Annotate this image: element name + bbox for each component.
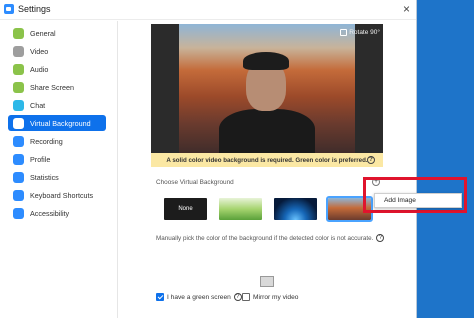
- sidebar-item-label: Profile: [30, 154, 51, 164]
- color-pick-hint: Manually pick the color of the backgroun…: [156, 234, 385, 242]
- sidebar-item-label: General: [30, 28, 56, 38]
- choose-background-label: Choose Virtual Background: [156, 179, 234, 186]
- green-screen-checkbox-row[interactable]: I have a green screen ?: [156, 293, 242, 301]
- sidebar-item-label: Keyboard Shortcuts: [30, 190, 94, 200]
- mirror-video-checkbox[interactable]: [242, 293, 250, 301]
- profile-icon: [13, 153, 24, 165]
- green-screen-checkbox[interactable]: [156, 293, 164, 301]
- settings-sidebar: General Video Audio Share Screen Chat Vi…: [0, 21, 118, 318]
- help-icon[interactable]: ?: [376, 234, 385, 242]
- gear-icon: [13, 27, 24, 39]
- sidebar-item-label: Audio: [30, 64, 49, 74]
- title-bar: Settings ×: [0, 0, 416, 20]
- chat-icon: [13, 99, 24, 111]
- warning-text: A solid color video background is requir…: [166, 156, 368, 164]
- window-title: Settings: [18, 4, 51, 14]
- sidebar-item-accessibility[interactable]: Accessibility: [8, 205, 106, 221]
- background-thumbnail-earth[interactable]: [274, 198, 317, 220]
- sidebar-item-label: Chat: [30, 100, 46, 110]
- person-icon: [13, 117, 24, 129]
- keyboard-icon: [13, 189, 24, 201]
- sidebar-item-recording[interactable]: Recording: [8, 133, 106, 149]
- person-hat: [243, 52, 289, 70]
- sidebar-item-video[interactable]: Video: [8, 43, 106, 59]
- thumbnail-label: None: [178, 206, 193, 212]
- sidebar-item-keyboard-shortcuts[interactable]: Keyboard Shortcuts: [8, 187, 106, 203]
- background-color-swatch[interactable]: [260, 276, 274, 287]
- add-image-label: Add Image: [384, 197, 416, 204]
- close-icon[interactable]: ×: [403, 2, 410, 16]
- green-screen-warning: A solid color video background is requir…: [151, 153, 383, 167]
- headphones-icon: [13, 63, 24, 75]
- video-preview: Rotate 90° A solid color video backgroun…: [151, 24, 383, 167]
- sidebar-item-audio[interactable]: Audio: [8, 61, 106, 77]
- green-screen-label: I have a green screen: [167, 293, 231, 301]
- sidebar-item-share-screen[interactable]: Share Screen: [8, 79, 106, 95]
- mirror-checkbox-row[interactable]: Mirror my video: [242, 293, 298, 301]
- zoom-app-icon: [4, 4, 14, 14]
- virtual-background-panel: Rotate 90° A solid color video backgroun…: [119, 21, 416, 318]
- share-screen-icon: [13, 81, 24, 93]
- record-icon: [13, 135, 24, 147]
- sidebar-item-virtual-background[interactable]: Virtual Background: [8, 115, 106, 131]
- rotate-icon: [340, 29, 348, 36]
- sidebar-item-profile[interactable]: Profile: [8, 151, 106, 167]
- sidebar-item-label: Share Screen: [30, 82, 74, 92]
- help-icon[interactable]: ?: [233, 293, 242, 301]
- person-body: [219, 109, 315, 159]
- statistics-icon: [13, 171, 24, 183]
- sidebar-item-chat[interactable]: Chat: [8, 97, 106, 113]
- rotate-label: Rotate 90°: [349, 29, 380, 36]
- hint-text: Manually pick the color of the backgroun…: [156, 234, 374, 242]
- help-icon[interactable]: ?: [367, 156, 375, 164]
- sidebar-item-label: Virtual Background: [30, 118, 91, 128]
- sidebar-item-general[interactable]: General: [8, 25, 106, 41]
- accessibility-icon: [13, 207, 24, 219]
- video-icon: [13, 45, 24, 57]
- sidebar-item-label: Recording: [30, 136, 63, 146]
- background-thumbnail-none[interactable]: None: [164, 198, 207, 220]
- rotate-button[interactable]: Rotate 90°: [340, 29, 380, 36]
- sidebar-item-statistics[interactable]: Statistics: [8, 169, 106, 185]
- settings-window: Settings × General Video Audio Share Scr…: [0, 0, 417, 318]
- sidebar-item-label: Accessibility: [30, 208, 70, 218]
- sidebar-item-label: Statistics: [30, 172, 59, 182]
- mirror-video-label: Mirror my video: [253, 293, 299, 301]
- background-thumbnail-grass[interactable]: [219, 198, 262, 220]
- sidebar-item-label: Video: [30, 46, 49, 56]
- add-image-menu-item[interactable]: Add Image: [374, 193, 462, 208]
